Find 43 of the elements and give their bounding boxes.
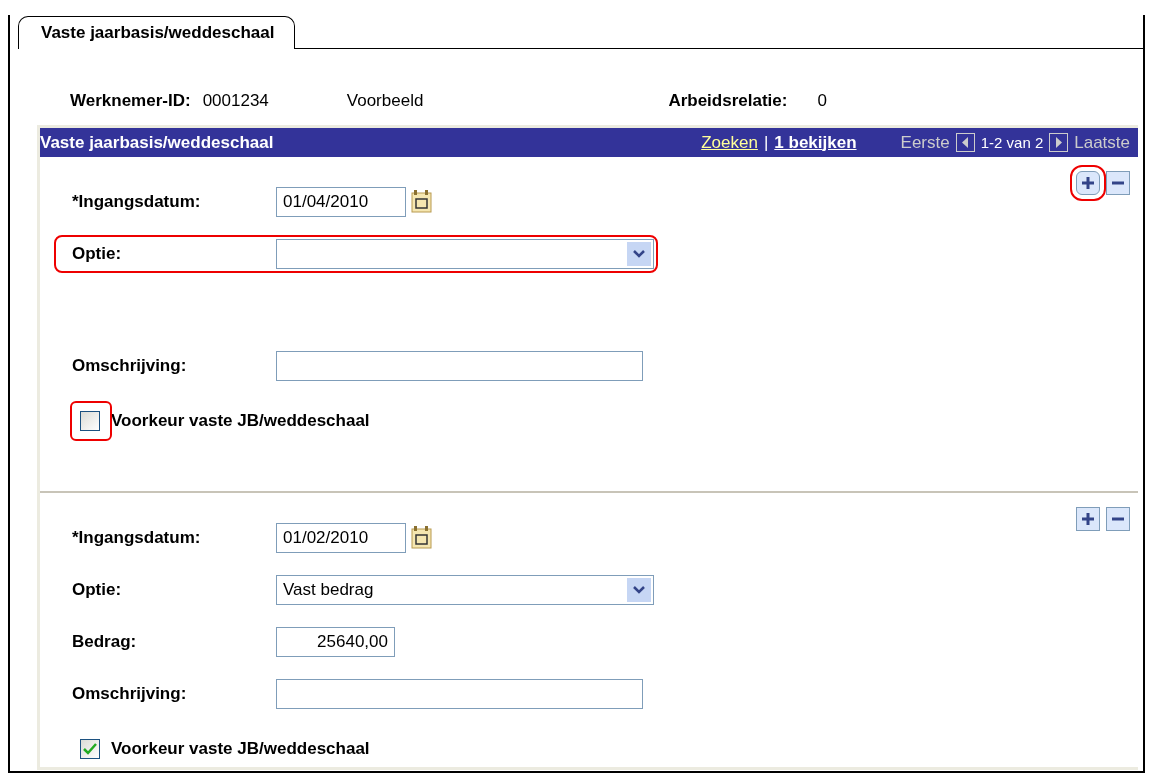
chevron-down-icon — [633, 250, 645, 258]
field-label: Omschrijving: — [71, 684, 188, 704]
checkmark-icon — [83, 743, 97, 755]
relation-value: 0 — [817, 91, 827, 111]
description-field[interactable] — [276, 351, 643, 381]
tab[interactable]: Vaste jaarbasis/weddeschaal — [18, 16, 296, 49]
last-link[interactable]: Laatste — [1074, 132, 1130, 153]
checkbox[interactable] — [80, 411, 100, 431]
field-label: Optie: — [71, 244, 123, 264]
date-field[interactable]: 01/04/2010 — [276, 187, 406, 217]
chevron-down-icon — [633, 586, 645, 594]
previous-icon[interactable] — [955, 133, 975, 152]
date-field[interactable]: 01/02/2010 — [276, 523, 406, 553]
employee-name: Voorbeeld — [346, 91, 424, 111]
employee-id: 0001234 — [202, 91, 269, 111]
field-label: Werknemer-ID: — [70, 91, 191, 111]
description-field[interactable] — [276, 679, 643, 709]
record-range: 1-2 van 2 — [980, 134, 1044, 151]
checkbox[interactable] — [80, 739, 100, 759]
add-row-button[interactable] — [1076, 507, 1100, 531]
delete-row-button[interactable] — [1106, 171, 1130, 195]
amount-field[interactable]: 25640,00 — [276, 627, 395, 657]
plus-icon — [1081, 512, 1095, 526]
field-label: Omschrijving: — [71, 356, 188, 376]
first-link[interactable]: Eerste — [900, 132, 950, 153]
checkbox-label: Voorkeur vaste JB/weddeschaal — [111, 411, 370, 431]
option-dropdown[interactable] — [276, 239, 654, 269]
search-link[interactable]: Zoeken — [701, 132, 758, 153]
checkbox-label: Voorkeur vaste JB/weddeschaal — [111, 739, 370, 759]
separator: | — [763, 132, 769, 153]
delete-row-button[interactable] — [1106, 507, 1130, 531]
plus-icon — [1081, 176, 1095, 190]
panel-title: Vaste jaarbasis/weddeschaal — [40, 132, 275, 153]
field-label: Arbeidsrelatie: — [668, 91, 788, 111]
field-label: Optie: — [71, 580, 123, 600]
option-dropdown[interactable]: Vast bedrag — [276, 575, 654, 605]
field-label: *Ingangsdatum: — [71, 528, 202, 548]
next-icon[interactable] — [1049, 133, 1069, 152]
calendar-icon[interactable] — [411, 526, 433, 550]
calendar-icon[interactable] — [411, 190, 433, 214]
field-label: Bedrag: — [71, 632, 138, 652]
view-link[interactable]: 1 bekijken — [774, 132, 857, 153]
field-label: *Ingangsdatum: — [71, 192, 202, 212]
